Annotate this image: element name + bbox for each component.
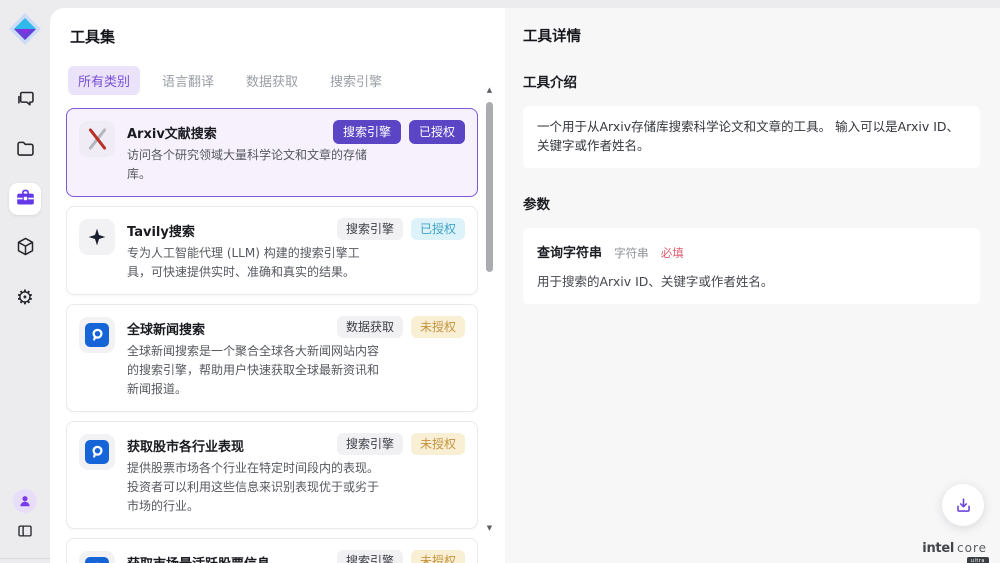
detail-title: 工具详情 xyxy=(523,25,980,46)
tool-badges: 搜索引擎 未授权 xyxy=(337,550,465,563)
cube-icon xyxy=(15,236,36,261)
category-badge: 搜索引擎 xyxy=(337,550,403,563)
category-tabs: 所有类别 语言翻译 数据获取 搜索引擎 xyxy=(68,66,505,95)
tool-card-sector-performance[interactable]: 获取股市各行业表现 提供股票市场各个行业在特定时间段内的表现。投资者可以利用这些… xyxy=(66,421,478,529)
sidebar-bottom xyxy=(13,489,37,544)
tool-badges: 搜索引擎 已授权 xyxy=(333,120,465,144)
blue-search-icon xyxy=(79,434,115,470)
download-button[interactable] xyxy=(942,484,984,526)
user-avatar[interactable] xyxy=(13,489,37,513)
person-icon xyxy=(18,494,32,508)
parameter-card: 查询字符串 字符串 必填 用于搜索的Arxiv ID、关键字或作者姓名。 xyxy=(523,228,980,304)
tavily-star-icon xyxy=(79,219,115,255)
blue-search-icon xyxy=(79,317,115,353)
sidebar-item-tools[interactable] xyxy=(9,183,41,215)
arxiv-x-icon xyxy=(79,121,115,157)
status-badge[interactable]: 未授权 xyxy=(411,316,465,338)
intel-core-logo: intel core ultra xyxy=(922,537,987,556)
tool-badges: 搜索引擎 未授权 xyxy=(337,433,465,455)
intro-text-box: 一个用于从Arxiv存储库搜索科学论文和文章的工具。 输入可以是Arxiv ID… xyxy=(523,106,980,168)
tool-list-panel: 工具集 所有类别 语言翻译 数据获取 搜索引擎 Arxiv文献搜索 访问各个研究… xyxy=(50,8,505,563)
tab-all-categories[interactable]: 所有类别 xyxy=(68,66,140,95)
category-badge: 数据获取 xyxy=(337,316,403,338)
sidebar-item-settings[interactable]: ⚙ xyxy=(9,281,41,313)
tab-data-fetching[interactable]: 数据获取 xyxy=(236,66,308,95)
status-badge[interactable]: 已授权 xyxy=(409,120,465,144)
main-surface: 工具集 所有类别 语言翻译 数据获取 搜索引擎 Arxiv文献搜索 访问各个研究… xyxy=(50,8,1000,563)
download-icon xyxy=(954,496,973,515)
tool-badges: 数据获取 未授权 xyxy=(337,316,465,338)
sidebar-item-models[interactable] xyxy=(9,232,41,264)
gear-icon: ⚙ xyxy=(16,287,34,307)
page-title: 工具集 xyxy=(70,26,505,47)
tool-card-global-news[interactable]: 全球新闻搜索 全球新闻搜索是一个聚合全球各大新闻网站内容的搜索引擎，帮助用户快速… xyxy=(66,304,478,412)
parameter-name: 查询字符串 xyxy=(537,246,602,261)
category-badge: 搜索引擎 xyxy=(337,433,403,455)
chat-icon xyxy=(15,89,36,114)
tool-description: 全球新闻搜索是一个聚合全球各大新闻网站内容的搜索引擎，帮助用户快速获取全球最新资… xyxy=(127,342,383,399)
category-badge: 搜索引擎 xyxy=(337,218,403,240)
parameter-header: 查询字符串 字符串 必填 xyxy=(537,242,966,261)
tool-description: 专为人工智能代理 (LLM) 构建的搜索引擎工具，可快速提供实时、准确和真实的结… xyxy=(127,244,383,282)
toolbox-icon xyxy=(15,187,36,212)
intro-heading: 工具介绍 xyxy=(523,71,980,91)
scrollbar-thumb[interactable] xyxy=(486,102,493,272)
parameter-type: 字符串 xyxy=(614,246,649,260)
scroll-down-arrow-icon[interactable]: ▼ xyxy=(484,524,495,532)
tool-description: 提供股票市场各个行业在特定时间段内的表现。投资者可以利用这些信息来识别表现优于或… xyxy=(127,459,383,516)
tool-description: 访问各个研究领域大量科学论文和文章的存储库。 xyxy=(127,146,383,184)
folder-icon xyxy=(15,138,36,163)
tool-badges: 搜索引擎 已授权 xyxy=(337,218,465,240)
list-scrollbar[interactable]: ▲ ▼ xyxy=(484,86,495,540)
sidebar-rail: ⚙ xyxy=(0,0,50,556)
sidebar-item-chat[interactable] xyxy=(9,85,41,117)
parameter-description: 用于搜索的Arxiv ID、关键字或作者姓名。 xyxy=(537,271,966,290)
sidebar-nav: ⚙ xyxy=(9,85,41,313)
tab-language-translation[interactable]: 语言翻译 xyxy=(152,66,224,95)
parameter-required-badge: 必填 xyxy=(661,246,684,260)
tool-card-arxiv[interactable]: Arxiv文献搜索 访问各个研究领域大量科学论文和文章的存储库。 搜索引擎 已授… xyxy=(66,108,478,197)
category-badge[interactable]: 搜索引擎 xyxy=(333,120,401,144)
intel-wordmark: intel xyxy=(922,541,954,556)
panel-toggle-icon[interactable] xyxy=(16,522,34,544)
tool-card-most-active-stocks[interactable]: 获取市场最活跃股票信息 提供当天交易量最高的股票列表，投资者可以利用这些信息来识… xyxy=(66,538,478,563)
scroll-up-arrow-icon[interactable]: ▲ xyxy=(484,86,495,94)
tool-card-tavily[interactable]: Tavily搜索 专为人工智能代理 (LLM) 构建的搜索引擎工具，可快速提供实… xyxy=(66,206,478,295)
params-heading: 参数 xyxy=(523,193,980,213)
status-badge[interactable]: 未授权 xyxy=(411,433,465,455)
status-badge[interactable]: 未授权 xyxy=(411,550,465,563)
tool-detail-panel: 工具详情 工具介绍 一个用于从Arxiv存储库搜索科学论文和文章的工具。 输入可… xyxy=(505,8,1000,563)
blue-search-icon xyxy=(79,551,115,563)
sidebar-item-files[interactable] xyxy=(9,134,41,166)
core-wordmark: core xyxy=(957,541,987,555)
status-badge[interactable]: 已授权 xyxy=(411,218,465,240)
tool-card-list: Arxiv文献搜索 访问各个研究领域大量科学论文和文章的存储库。 搜索引擎 已授… xyxy=(66,108,478,563)
tab-search-engine[interactable]: 搜索引擎 xyxy=(320,66,392,95)
app-logo xyxy=(7,11,43,47)
ultra-badge: ultra xyxy=(967,557,989,563)
